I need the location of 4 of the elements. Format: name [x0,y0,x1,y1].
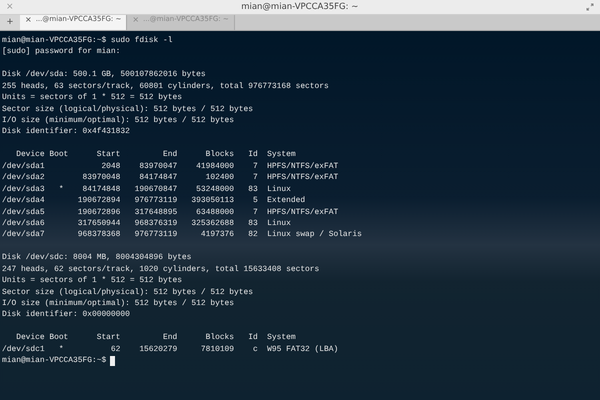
maximize-icon[interactable] [586,3,594,11]
window-title: mian@mian-VPCCA35FG: ~ [241,2,358,12]
tab-close-button[interactable]: × [25,15,32,30]
new-tab-button[interactable]: + [0,15,20,30]
